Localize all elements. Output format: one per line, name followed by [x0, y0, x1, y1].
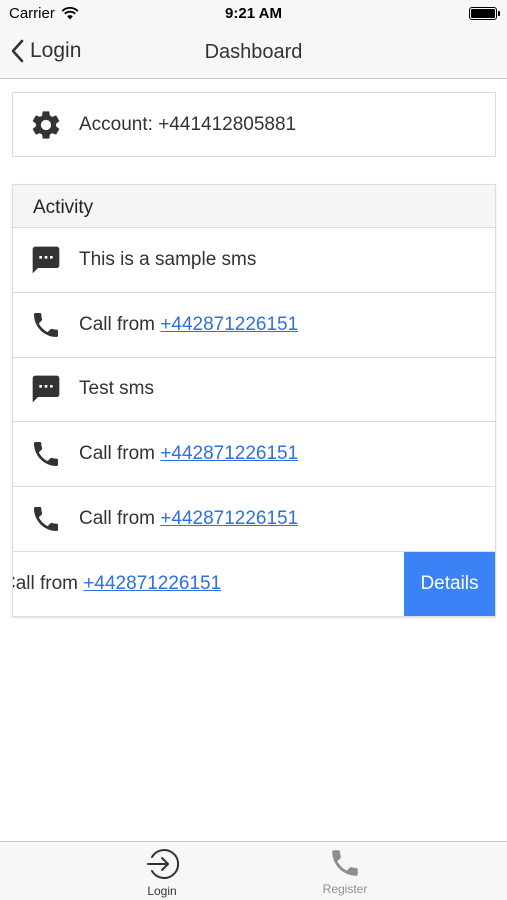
tab-register-label: Register	[322, 882, 368, 896]
gear-icon	[32, 110, 60, 139]
phone-number-link[interactable]: +442871226151	[160, 314, 298, 335]
account-label: Account: +441412805881	[79, 113, 297, 135]
tab-login-label: Login	[147, 884, 177, 898]
call-prefix: Call from	[79, 508, 161, 530]
sms-text: Test sms	[79, 378, 154, 400]
phone-icon	[34, 507, 58, 532]
dashboard-screen: Carrier 9:21 AM Login Dashboard Account:…	[0, 0, 507, 900]
message-icon	[32, 376, 60, 403]
call-text: Call from +442871226151	[79, 508, 298, 530]
call-prefix: Call from	[79, 443, 161, 465]
message-icon	[32, 246, 60, 274]
activity-header: Activity	[13, 185, 495, 228]
phone-number-link[interactable]: +442871226151	[160, 443, 298, 464]
details-button[interactable]: Details	[404, 551, 495, 616]
tab-login[interactable]: Login	[102, 846, 222, 898]
list-item-swiped[interactable]: Call from +442871226151 Details	[13, 551, 495, 616]
status-bar: Carrier 9:21 AM	[0, 0, 507, 28]
phone-icon	[34, 442, 58, 467]
navigation-bar: Login Dashboard	[0, 28, 507, 79]
phone-icon	[34, 312, 58, 337]
list-item[interactable]: Call from +442871226151	[13, 422, 495, 488]
call-text: Call from +442871226151	[79, 314, 298, 336]
activity-card: Activity This is a sample sms Call from …	[12, 184, 496, 617]
list-item[interactable]: Call from +442871226151	[13, 293, 495, 358]
list-item[interactable]: Test sms	[13, 358, 495, 423]
tab-bar: Login Register	[0, 841, 507, 900]
call-text: Call from +442871226151	[79, 443, 298, 465]
list-item[interactable]: This is a sample sms	[13, 228, 495, 293]
sms-text: This is a sample sms	[79, 248, 257, 270]
battery-icon	[469, 7, 500, 20]
phone-number-link[interactable]: +442871226151	[83, 573, 221, 594]
page-title: Dashboard	[204, 41, 303, 63]
tab-register[interactable]: Register	[285, 846, 405, 896]
swiped-row-content[interactable]: Call from +442871226151	[13, 552, 221, 616]
phone-number-link[interactable]: +442871226151	[160, 508, 298, 529]
call-text: Call from +442871226151	[13, 573, 221, 595]
call-prefix: Call from	[13, 573, 79, 595]
account-card[interactable]: Account: +441412805881	[12, 92, 496, 157]
login-icon	[147, 849, 180, 879]
status-time: 9:21 AM	[225, 5, 282, 22]
call-prefix: Call from	[79, 313, 161, 335]
list-item[interactable]: Call from +442871226151	[13, 487, 495, 552]
phone-icon	[332, 850, 358, 876]
